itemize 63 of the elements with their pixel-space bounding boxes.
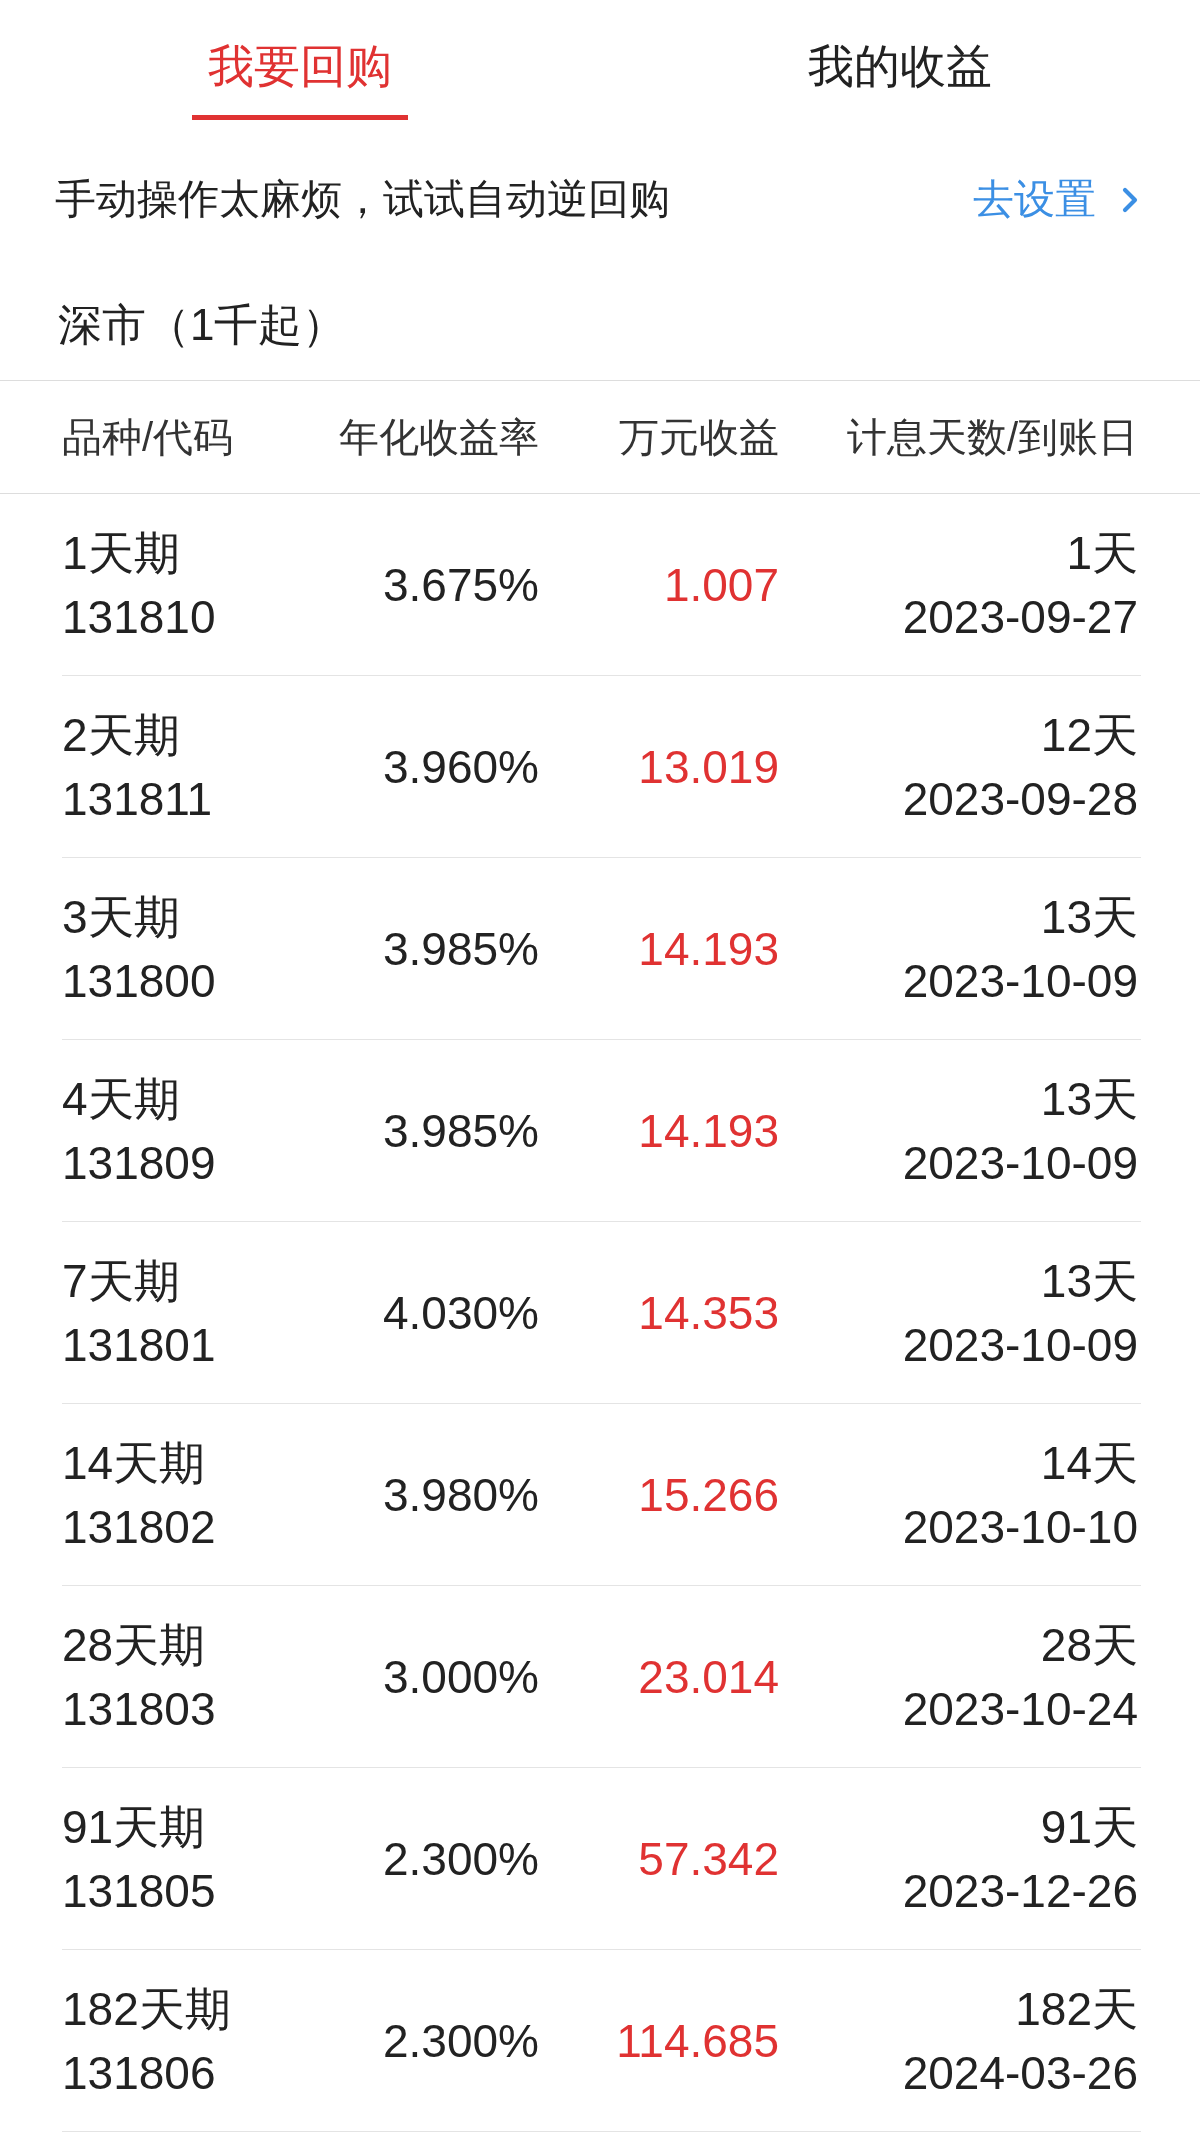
- product-name: 1天期: [62, 525, 180, 581]
- column-header: 年化收益率: [339, 414, 539, 461]
- product-name: 91天期: [62, 1799, 206, 1855]
- annual-rate: 2.300%: [383, 1831, 539, 1887]
- market-title: 深市（1千起）: [58, 299, 347, 351]
- product-code: 131803: [62, 1681, 216, 1737]
- interest-days: 13天: [1040, 1248, 1138, 1313]
- product-name: 4天期: [62, 1071, 180, 1127]
- product-code: 131805: [62, 1863, 216, 1919]
- settlement-date: 2023-10-09: [902, 1317, 1138, 1373]
- interest-days: 12天: [1040, 702, 1138, 767]
- income-value: 23.014: [638, 1649, 779, 1705]
- annual-rate: 3.985%: [383, 921, 539, 977]
- product-name: 28天期: [62, 1617, 206, 1673]
- column-header: 万元收益: [619, 414, 779, 461]
- product-code: 131801: [62, 1317, 216, 1373]
- interest-days: 14天: [1040, 1430, 1138, 1495]
- settlement-date: 2023-10-10: [902, 1499, 1138, 1555]
- income-value: 15.266: [638, 1467, 779, 1523]
- settlement-date: 2023-09-27: [902, 589, 1138, 645]
- income-value: 57.342: [638, 1831, 779, 1887]
- interest-days: 91天: [1040, 1794, 1138, 1859]
- tab[interactable]: 我要回购: [192, 10, 408, 120]
- product-name: 182天期: [62, 1981, 231, 2037]
- product-name: 3天期: [62, 889, 180, 945]
- interest-days: 1天: [1066, 520, 1138, 585]
- annual-rate: 3.960%: [383, 739, 539, 795]
- interest-days: 28天: [1040, 1612, 1138, 1677]
- income-value: 13.019: [638, 739, 779, 795]
- product-code: 131802: [62, 1499, 216, 1555]
- interest-days: 13天: [1040, 884, 1138, 949]
- annual-rate: 3.000%: [383, 1649, 539, 1705]
- product-code: 131800: [62, 953, 216, 1009]
- product-name: 14天期: [62, 1435, 206, 1491]
- tab[interactable]: 我的收益: [792, 10, 1008, 120]
- income-value: 114.685: [616, 2013, 779, 2069]
- product-code: 131811: [62, 771, 213, 827]
- interest-days: 13天: [1040, 1066, 1138, 1131]
- annual-rate: 3.985%: [383, 1103, 539, 1159]
- annual-rate: 2.300%: [383, 2013, 539, 2069]
- product-code: 131809: [62, 1135, 216, 1191]
- income-value: 14.193: [638, 921, 779, 977]
- settlement-date: 2024-03-26: [902, 2045, 1138, 2101]
- annual-rate: 4.030%: [383, 1285, 539, 1341]
- column-header: 计息天数/到账日: [846, 414, 1138, 461]
- settlement-date: 2023-10-09: [902, 953, 1138, 1009]
- product-name: 7天期: [62, 1253, 180, 1309]
- settlement-date: 2023-10-09: [902, 1135, 1138, 1191]
- income-value: 14.353: [638, 1285, 779, 1341]
- interest-days: 182天: [1015, 1976, 1138, 2041]
- settlement-date: 2023-10-24: [902, 1681, 1138, 1737]
- product-code: 131806: [62, 2045, 216, 2101]
- income-value: 1.007: [663, 557, 779, 613]
- settlement-date: 2023-12-26: [902, 1863, 1138, 1919]
- promo-text: 手动操作太麻烦，试试自动逆回购: [55, 175, 670, 225]
- settings-link[interactable]: 去设置: [973, 169, 1150, 231]
- income-value: 14.193: [638, 1103, 779, 1159]
- annual-rate: 3.675%: [383, 557, 539, 613]
- annual-rate: 3.980%: [383, 1467, 539, 1523]
- product-name: 2天期: [62, 707, 180, 763]
- settlement-date: 2023-09-28: [902, 771, 1138, 827]
- column-header: 品种/代码: [62, 414, 234, 461]
- product-code: 131810: [62, 589, 216, 645]
